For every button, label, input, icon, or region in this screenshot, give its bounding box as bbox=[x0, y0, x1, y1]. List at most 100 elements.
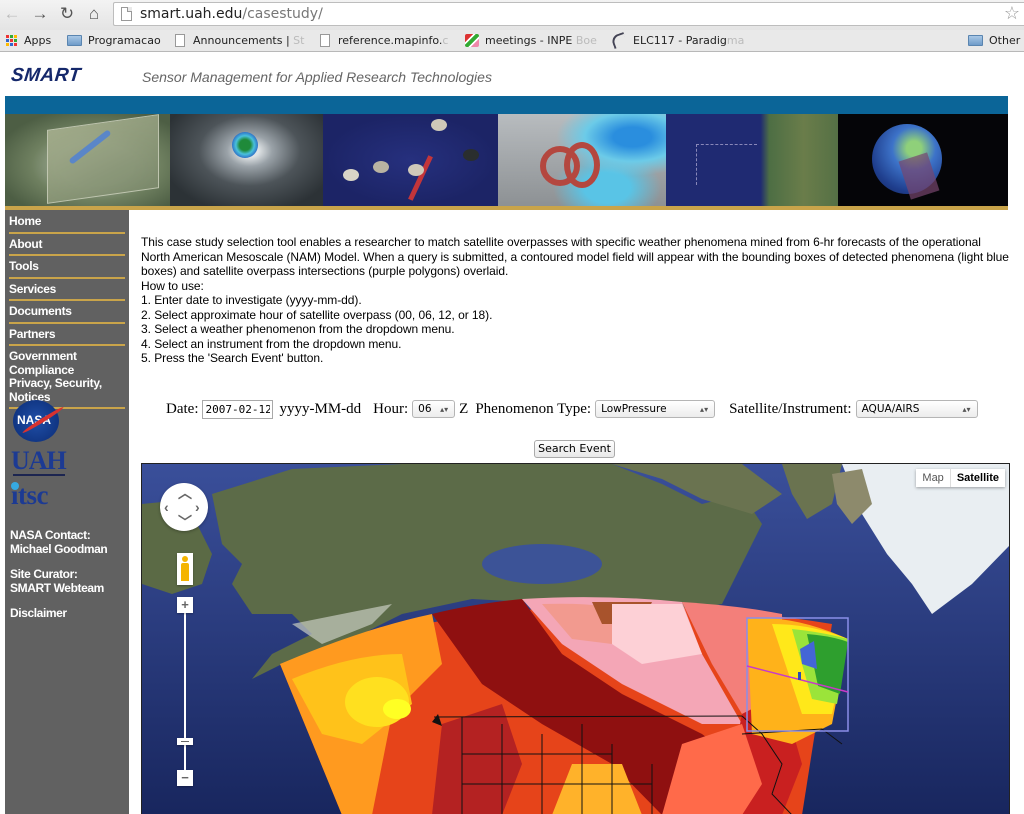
step-3: 3. Select a weather phenomenon from the … bbox=[141, 322, 455, 336]
disclaimer-link[interactable]: Disclaimer bbox=[10, 606, 67, 621]
bookmark-label: Other bbox=[989, 34, 1021, 47]
date-format-hint: yyyy-MM-dd bbox=[279, 400, 362, 417]
water-hudson-bay bbox=[482, 544, 602, 584]
nasa-contact-name[interactable]: Michael Goodman bbox=[10, 542, 108, 557]
sidebar-item-tools[interactable]: Tools bbox=[9, 256, 125, 279]
page-icon bbox=[175, 34, 185, 47]
bookmarks-bar: Apps Programacao Announcements | St refe… bbox=[0, 30, 1024, 52]
header-divider bbox=[5, 206, 1008, 210]
page-icon bbox=[121, 7, 132, 21]
reload-icon[interactable]: ↻ bbox=[57, 4, 77, 24]
bookmark-reference-mapinfo[interactable]: reference.mapinfo.c bbox=[320, 34, 448, 47]
zoom-in-button[interactable]: + bbox=[177, 597, 193, 613]
bookmark-announcements[interactable]: Announcements | St bbox=[175, 34, 304, 47]
search-form: Date: yyyy-MM-dd Hour: 06 ▴▾ Z Phenomenon… bbox=[166, 398, 978, 420]
date-input[interactable] bbox=[202, 399, 274, 419]
header-banner bbox=[5, 114, 1008, 206]
satellite-instrument-label: Satellite/Instrument: bbox=[729, 400, 852, 417]
address-bar[interactable]: smart.uah.edu/casestudy/ ☆ bbox=[113, 2, 1024, 26]
pan-right-icon[interactable]: › bbox=[195, 500, 200, 514]
banner-image-satellite-earth bbox=[838, 114, 1008, 206]
banner-image-coastline bbox=[666, 114, 838, 206]
street-view-pegman-icon[interactable] bbox=[177, 553, 193, 585]
sidebar: Home About Tools Services Documents Part… bbox=[5, 210, 129, 814]
step-1: 1. Enter date to investigate (yyyy-mm-dd… bbox=[141, 293, 362, 307]
satellite-instrument-select[interactable]: AQUA/AIRS ▴▾ bbox=[855, 400, 978, 418]
map-type-map-button[interactable]: Map bbox=[916, 469, 951, 487]
detection-marker[interactable] bbox=[798, 672, 801, 680]
meetings-icon bbox=[465, 34, 479, 47]
map-canvas bbox=[142, 464, 1009, 814]
nasa-contact-label: NASA Contact: bbox=[10, 528, 91, 542]
banner-image-hurricane bbox=[170, 114, 323, 206]
phenomenon-select-value: LowPressure bbox=[601, 403, 667, 415]
sidebar-item-home[interactable]: Home bbox=[9, 210, 125, 234]
hour-select-value: 06 bbox=[418, 403, 432, 415]
smart-logo[interactable]: SMART bbox=[10, 65, 82, 87]
back-arrow-icon[interactable]: ← bbox=[2, 4, 22, 24]
elc117-icon bbox=[610, 31, 628, 50]
home-icon[interactable]: ⌂ bbox=[84, 4, 104, 24]
pan-down-icon[interactable]: ﹀ bbox=[178, 515, 192, 529]
hour-label: Hour: bbox=[373, 400, 409, 417]
banner-image-islands-track bbox=[323, 114, 498, 206]
browser-toolbar: ← → ↻ ⌂ smart.uah.edu/casestudy/ ☆ bbox=[0, 0, 1024, 30]
bookmark-label: meetings - INPE Boe bbox=[485, 34, 597, 47]
date-label: Date: bbox=[166, 400, 199, 417]
bookmark-other[interactable]: Other bbox=[968, 34, 1020, 47]
url-path: /casestudy/ bbox=[242, 6, 323, 22]
phenomenon-type-select[interactable]: LowPressure ▴▾ bbox=[595, 400, 716, 418]
sidebar-item-about[interactable]: About bbox=[9, 234, 125, 256]
bookmark-apps[interactable]: Apps bbox=[6, 34, 51, 47]
bookmark-label: ELC117 - Paradigma bbox=[633, 34, 745, 47]
bookmark-elc117[interactable]: ELC117 - Paradigma bbox=[610, 31, 745, 50]
bookmark-label: Apps bbox=[24, 34, 52, 47]
intro-text: This case study selection tool enables a… bbox=[141, 235, 1011, 366]
site-curator-name[interactable]: SMART Webteam bbox=[10, 581, 104, 596]
tool-description: This case study selection tool enables a… bbox=[141, 235, 1009, 278]
bookmark-meetings[interactable]: meetings - INPE Boe bbox=[465, 34, 597, 47]
bookmark-star-icon[interactable]: ☆ bbox=[1004, 3, 1020, 24]
banner-image-southeast-us bbox=[5, 114, 170, 206]
forward-arrow-icon[interactable]: → bbox=[30, 4, 50, 24]
banner-image-flight-track bbox=[498, 114, 666, 206]
site-curator-label: Site Curator: bbox=[10, 567, 78, 581]
zoom-slider-handle[interactable] bbox=[177, 738, 193, 745]
nasa-logo[interactable]: NASA bbox=[13, 400, 61, 442]
sidebar-item-partners[interactable]: Partners bbox=[9, 324, 125, 346]
apps-grid-icon bbox=[6, 34, 18, 47]
how-to-title: How to use: bbox=[141, 278, 204, 293]
instrument-select-value: AQUA/AIRS bbox=[861, 403, 920, 415]
select-arrows-icon: ▴▾ bbox=[700, 404, 709, 414]
pan-left-icon[interactable]: ‹ bbox=[164, 500, 169, 514]
map-type-control: Map Satellite bbox=[916, 469, 1005, 487]
uah-logo[interactable]: UAH bbox=[11, 448, 67, 474]
site-tagline: Sensor Management for Applied Research T… bbox=[142, 69, 492, 85]
zoom-out-button[interactable]: − bbox=[177, 770, 193, 786]
step-4: 4. Select an instrument from the dropdow… bbox=[141, 336, 402, 351]
itsc-globe-icon bbox=[11, 482, 19, 490]
bookmark-label: Programacao bbox=[88, 34, 161, 47]
map-view[interactable]: Map Satellite ︿ ﹀ ‹ › + − bbox=[141, 463, 1010, 814]
search-event-button[interactable]: Search Event bbox=[534, 440, 615, 458]
step-5: 5. Press the 'Search Event' button. bbox=[141, 351, 324, 365]
folder-icon bbox=[968, 35, 983, 46]
hour-suffix: Z bbox=[459, 400, 469, 417]
zoom-slider-track[interactable] bbox=[184, 605, 186, 779]
hour-select[interactable]: 06 ▴▾ bbox=[412, 400, 456, 418]
bookmark-label: Announcements | St bbox=[193, 34, 305, 47]
select-arrows-icon: ▴▾ bbox=[440, 404, 449, 414]
map-type-satellite-button[interactable]: Satellite bbox=[951, 469, 1005, 487]
pan-control[interactable]: ︿ ﹀ ‹ › bbox=[160, 483, 208, 531]
sidebar-item-documents[interactable]: Documents bbox=[9, 301, 125, 324]
uah-logo-subtitle bbox=[13, 474, 65, 476]
bookmark-programacao[interactable]: Programacao bbox=[67, 34, 161, 47]
pan-up-icon[interactable]: ︿ bbox=[178, 486, 192, 500]
folder-icon bbox=[67, 35, 82, 46]
header-band bbox=[5, 96, 1008, 114]
url-text[interactable]: smart.uah.edu/casestudy/ bbox=[140, 6, 323, 22]
url-host: smart.uah.edu bbox=[140, 6, 243, 22]
sidebar-item-services[interactable]: Services bbox=[9, 279, 125, 301]
step-2: 2. Select approximate hour of satellite … bbox=[141, 307, 493, 322]
select-arrows-icon: ▴▾ bbox=[962, 404, 971, 414]
